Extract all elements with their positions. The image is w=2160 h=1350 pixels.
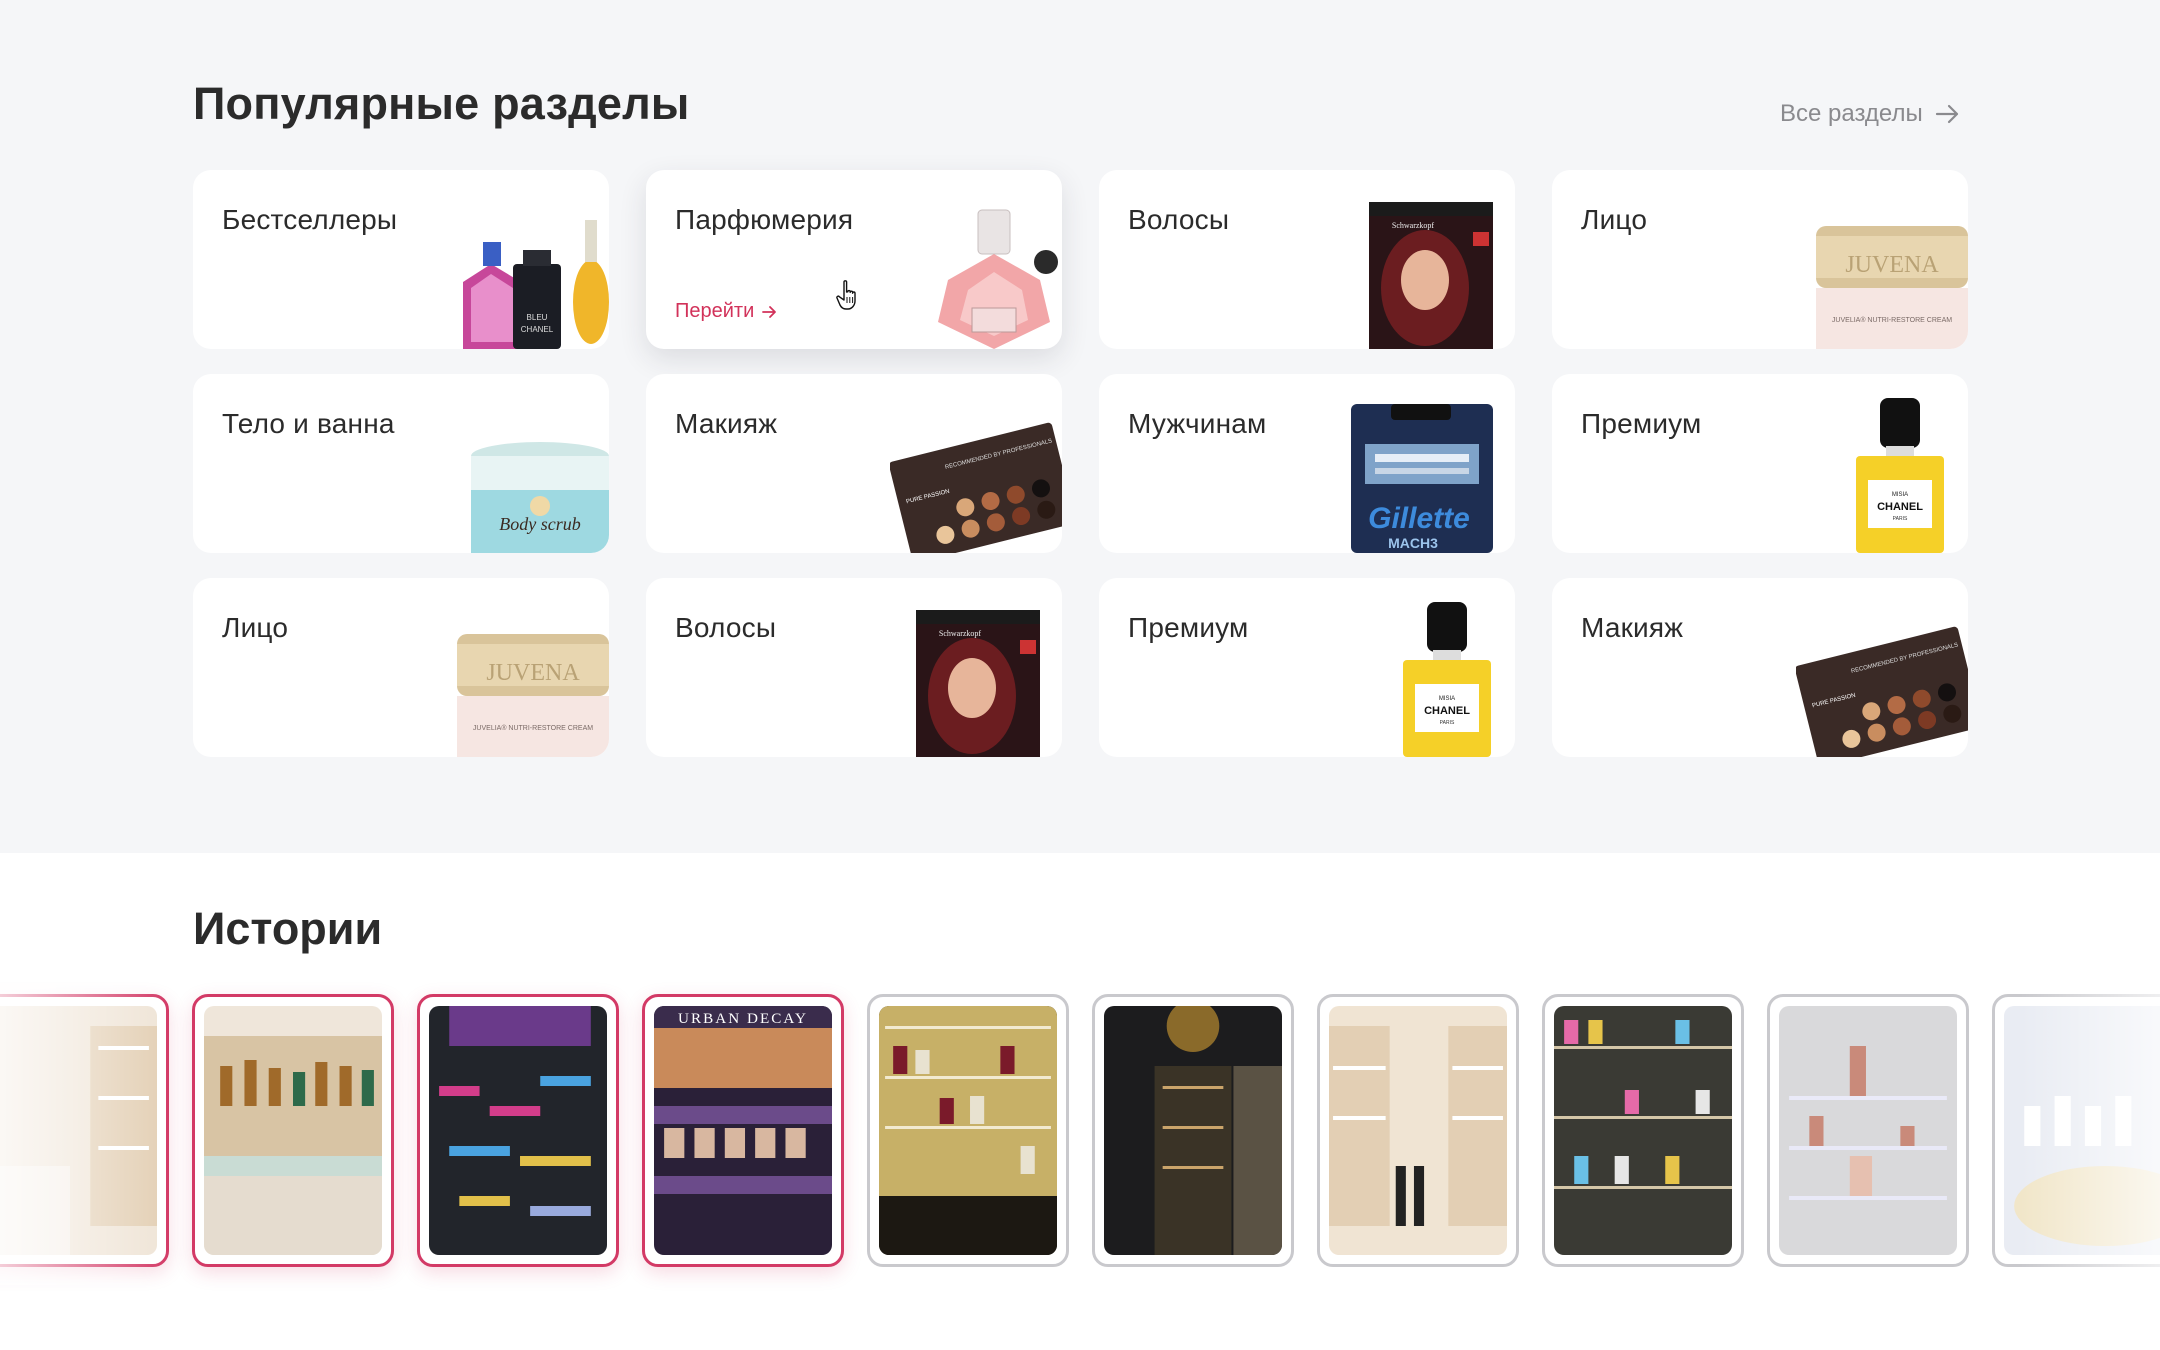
story-card[interactable] — [1992, 994, 2160, 1267]
hair-dye-box-image: Schwarzkopf — [916, 610, 1040, 757]
product-label: JUVELIA® NUTRI-RESTORE CREAM — [473, 724, 593, 732]
story-image — [1779, 1006, 1957, 1255]
story-card[interactable] — [1317, 994, 1519, 1267]
product-label: MACH3 — [1388, 535, 1438, 551]
stories-carousel: URBAN DECAY — [0, 994, 2160, 1268]
eyeshadow-palette-image: RECOMMENDED BY PROFESSIONALS PURE PASSIO… — [890, 422, 1062, 553]
hand-cursor-icon — [836, 280, 856, 310]
category-card-hair[interactable]: Волосы Schwarzkopf — [1099, 170, 1515, 349]
perfume-bottles-image: BLEU CHANEL — [463, 220, 609, 349]
category-title: Лицо — [1581, 204, 1648, 235]
popular-sections: Популярные разделы Все разделы Бестселле… — [0, 0, 2160, 853]
category-grid: Бестселлеры BLEU CHANEL Парфюмерия Перей… — [193, 170, 1968, 757]
story-card[interactable] — [1542, 994, 1744, 1267]
story-image — [0, 1006, 157, 1255]
category-card-face[interactable]: Лицо JUVENA JUVELIA® NUTRI-RESTORE CREAM — [1552, 170, 1968, 349]
face-cream-jar-image: JUVENA JUVELIA® NUTRI-RESTORE CREAM — [457, 634, 609, 757]
arrow-right-icon — [1935, 104, 1958, 124]
story-card[interactable]: URBAN DECAY — [642, 994, 844, 1267]
story-card[interactable] — [1092, 994, 1294, 1267]
brand-label: CHANEL — [1424, 705, 1470, 717]
story-card[interactable] — [417, 994, 619, 1267]
category-card-bestsellers[interactable]: Бестселлеры BLEU CHANEL — [193, 170, 609, 349]
story-card[interactable] — [867, 994, 1069, 1267]
story-image — [1104, 1006, 1282, 1255]
product-label: MISIA — [1892, 492, 1908, 498]
body-scrub-jar-image: Body scrub — [471, 442, 609, 553]
category-title: Бестселлеры — [222, 204, 398, 235]
brand-label: URBAN DECAY — [678, 1011, 808, 1027]
product-label: PARIS — [1440, 720, 1455, 726]
category-title: Парфюмерия — [675, 204, 854, 235]
eyeshadow-palette-image: RECOMMENDED BY PROFESSIONALS PURE PASSIO… — [1796, 626, 1968, 757]
brand-label: Schwarzkopf — [939, 629, 982, 638]
category-card-men[interactable]: Мужчинам Gillette MACH3 — [1099, 374, 1515, 553]
product-label: MISIA — [1439, 696, 1455, 702]
category-card-perfumery[interactable]: Парфюмерия Перейти — [646, 170, 1062, 349]
category-card-premium[interactable]: Премиум MISIA CHANEL PARIS — [1552, 374, 1968, 553]
razor-pack-image: Gillette MACH3 — [1351, 404, 1493, 553]
category-card-makeup[interactable]: Макияж RECOMMENDED BY PROFESSIONALS PURE… — [646, 374, 1062, 553]
category-title: Мужчинам — [1128, 408, 1267, 439]
product-label: Body scrub — [499, 514, 580, 534]
product-label: JUVELIA® NUTRI-RESTORE CREAM — [1832, 316, 1952, 324]
story-image — [429, 1006, 607, 1255]
hair-dye-box-image: Schwarzkopf — [1369, 202, 1493, 349]
category-title: Макияж — [1581, 612, 1684, 643]
story-card[interactable] — [192, 994, 394, 1267]
popular-sections-title: Популярные разделы — [193, 78, 690, 129]
story-card[interactable] — [0, 994, 169, 1267]
category-card-hair-2[interactable]: Волосы Schwarzkopf — [646, 578, 1062, 757]
brand-label: JUVENA — [1845, 252, 1939, 278]
brand-label: CHANEL — [1877, 501, 1923, 513]
category-card-body-bath[interactable]: Тело и ванна Body scrub — [193, 374, 609, 553]
brand-label: JUVENA — [486, 660, 580, 686]
category-title: Тело и ванна — [222, 408, 395, 439]
category-title: Волосы — [1128, 204, 1230, 235]
brand-label: Schwarzkopf — [1392, 221, 1435, 230]
story-card[interactable] — [1767, 994, 1969, 1267]
story-image — [2004, 1006, 2160, 1255]
category-title: Волосы — [675, 612, 777, 643]
story-image — [879, 1006, 1057, 1255]
product-label: BLEU — [527, 313, 548, 322]
all-sections-label: Все разделы — [1780, 100, 1923, 127]
category-title: Лицо — [222, 612, 289, 643]
story-image: URBAN DECAY — [654, 1006, 832, 1255]
category-title: Премиум — [1581, 408, 1702, 439]
category-card-face-2[interactable]: Лицо JUVENA JUVELIA® NUTRI-RESTORE CREAM — [193, 578, 609, 757]
story-image — [1554, 1006, 1732, 1255]
product-label: PARIS — [1893, 516, 1908, 522]
product-label: CHANEL — [521, 325, 554, 334]
category-card-makeup-2[interactable]: Макияж RECOMMENDED BY PROFESSIONALS PURE… — [1552, 578, 1968, 757]
go-link[interactable]: Перейти — [675, 300, 778, 323]
category-card-premium-2[interactable]: Премиум MISIA CHANEL PARIS — [1099, 578, 1515, 757]
story-image — [1329, 1006, 1507, 1255]
story-image — [204, 1006, 382, 1255]
brand-label: Gillette — [1368, 502, 1470, 535]
face-cream-jar-image: JUVENA JUVELIA® NUTRI-RESTORE CREAM — [1816, 226, 1968, 349]
all-sections-link[interactable]: Все разделы — [1780, 100, 1961, 128]
stories-title: Истории — [193, 903, 383, 954]
arrow-right-icon — [762, 305, 777, 318]
chanel-bottle-image: MISIA CHANEL PARIS — [1856, 398, 1944, 553]
category-title: Премиум — [1128, 612, 1249, 643]
pink-perfume-image — [938, 209, 1058, 349]
category-title: Макияж — [675, 408, 778, 439]
chanel-bottle-image: MISIA CHANEL PARIS — [1403, 602, 1491, 757]
go-label: Перейти — [675, 300, 755, 322]
